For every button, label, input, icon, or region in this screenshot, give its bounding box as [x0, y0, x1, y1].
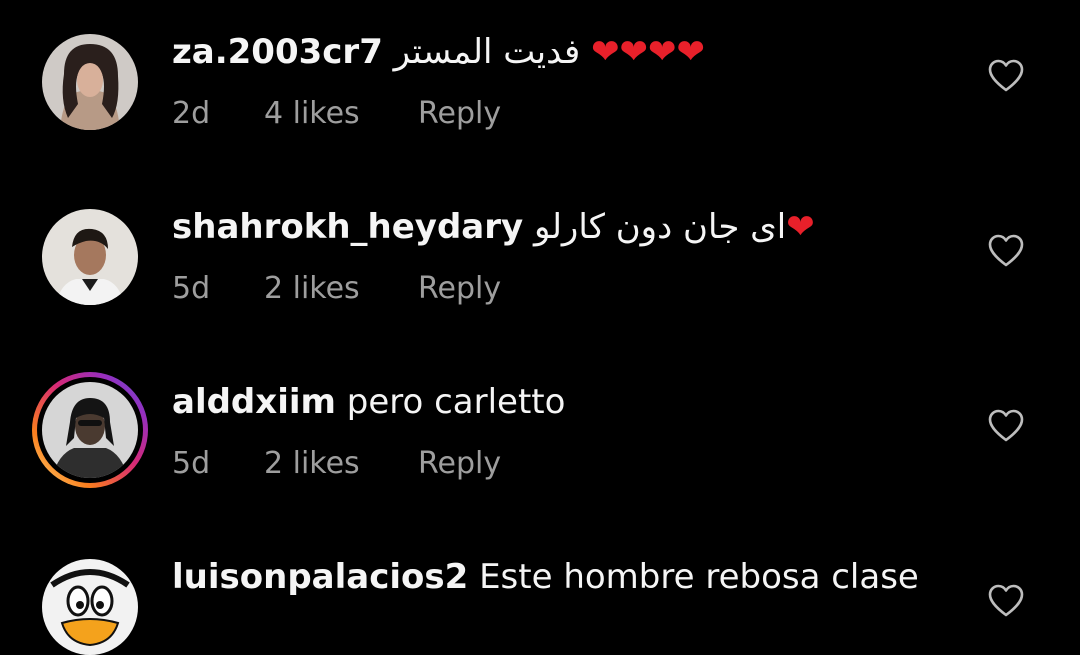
comment-age: 5d [172, 271, 211, 306]
heart-emoji: ❤❤❤❤ [591, 32, 709, 72]
comment-item: alddxiim pero carletto 5d 2 likes Reply [0, 350, 1080, 525]
comment-item: shahrokh_heydary ای جان دون کارلو❤ 5d 2 l… [0, 175, 1080, 350]
comment-username[interactable]: shahrokh_heydary [172, 207, 523, 247]
comment-text: فدیت المستر [393, 32, 581, 72]
comment-meta: 2d 4 likes Reply [172, 94, 501, 134]
comment-line: alddxiim pero carletto [172, 380, 565, 424]
heart-outline-icon[interactable] [988, 234, 1024, 268]
comment-likes[interactable]: 4 likes [264, 94, 418, 134]
heart-outline-icon[interactable] [988, 59, 1024, 93]
comment-line: za.2003cr7 فدیت المستر ❤❤❤❤ [172, 30, 709, 74]
comment-meta: 5d 2 likes Reply [172, 444, 501, 484]
comment-text: Este hombre rebosa clase [479, 557, 919, 597]
avatar[interactable] [42, 34, 138, 130]
comment-username[interactable]: alddxiim [172, 382, 336, 422]
comment-line: luisonpalacios2 Este hombre rebosa clase [172, 555, 919, 599]
comment-item: za.2003cr7 فدیت المستر ❤❤❤❤ 2d 4 likes Rep… [0, 0, 1080, 175]
heart-emoji: ❤ [786, 207, 818, 247]
avatar[interactable] [42, 382, 138, 478]
comment-meta: 5d 2 likes Reply [172, 269, 501, 309]
comment-text: pero carletto [346, 382, 566, 422]
heart-outline-icon[interactable] [988, 409, 1024, 443]
reply-button[interactable]: Reply [418, 269, 501, 309]
comment-text: ای جان دون کارلو [534, 207, 787, 247]
comment-username[interactable]: luisonpalacios2 [172, 557, 468, 597]
comment-likes[interactable]: 2 likes [264, 269, 418, 309]
reply-button[interactable]: Reply [418, 444, 501, 484]
comment-age: 5d [172, 446, 211, 481]
comment-likes[interactable]: 2 likes [264, 444, 418, 484]
reply-button[interactable]: Reply [418, 94, 501, 134]
comment-username[interactable]: za.2003cr7 [172, 32, 383, 72]
story-ring[interactable] [32, 372, 148, 488]
comment-age: 2d [172, 96, 211, 131]
avatar[interactable] [42, 559, 138, 655]
comment-item: luisonpalacios2 Este hombre rebosa clase [0, 525, 1080, 655]
comment-line: shahrokh_heydary ای جان دون کارلو❤ [172, 205, 819, 249]
heart-outline-icon[interactable] [988, 584, 1024, 618]
avatar[interactable] [42, 209, 138, 305]
